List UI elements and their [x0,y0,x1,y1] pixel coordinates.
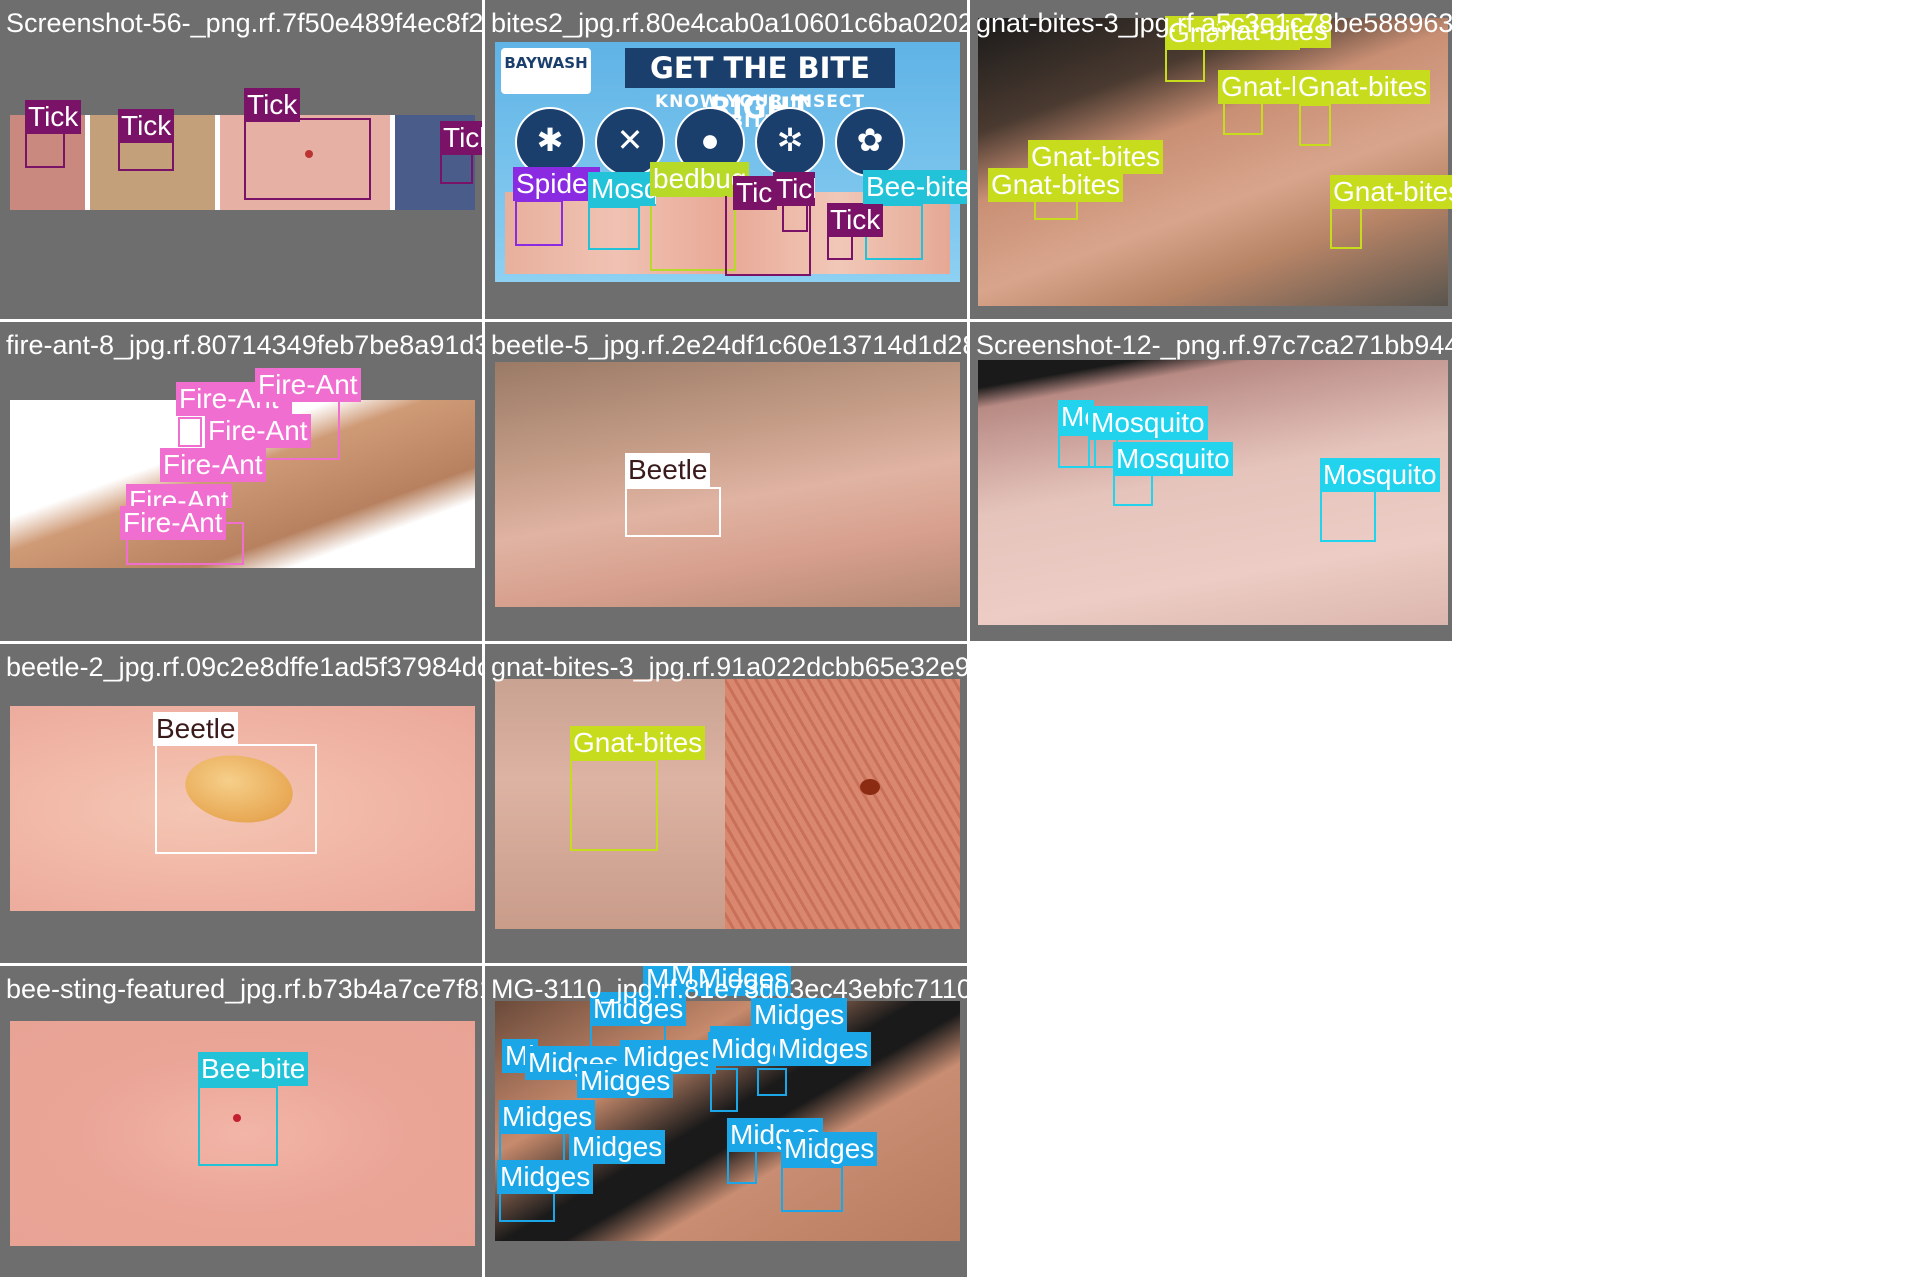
label-bee-bite: Bee-bite [198,1052,309,1086]
bbox-tick [118,141,174,171]
label-midges: Midges [781,1132,878,1166]
label-gnat-bites: Gnat-bites [570,726,706,760]
bbox-gnat-bites [570,759,658,851]
label-mosquito: Mosquito [1320,458,1440,492]
tile-gnat-bites-collage: gnat-bites-3_jpg.rf.91a022dcbb65e32e9499… [485,644,970,966]
tile-filename: bee-sting-featured_jpg.rf.b73b4a7ce7f810 [6,974,485,1004]
label-mosquito: Mosquito [588,172,656,206]
label-beetle: Beetle [153,712,239,746]
bbox-midges [499,1192,555,1222]
tile-mosquito-screenshot: Screenshot-12-_png.rf.97c7ca271bb944dcdb… [970,322,1455,644]
label-fire-ant: Fire-Ant [160,448,266,482]
bee-icon: ✿ [835,107,905,177]
photo-beetle-neck [495,362,960,607]
label-tick: Tick [118,109,175,143]
label-fire-ant: Fire-Ant [205,414,311,448]
tile-filename: gnat-bites-3_jpg.rf.91a022dcbb65e32e9499… [491,652,970,682]
bbox-midges [710,1068,738,1112]
bbox-midges [499,1132,565,1162]
bbox-beetle [625,487,721,537]
label-tick: Tick [25,100,82,134]
bbox-beetle [155,744,317,854]
label-midges: Midges [499,1100,596,1134]
tile-filename: beetle-5_jpg.rf.2e24df1c60e13714d1d285b6… [491,330,967,360]
bbox-fire-ant [178,417,202,447]
photo-gnat-closeup [725,679,960,929]
label-midges: Midges [775,1032,872,1066]
label-tick: Tick [440,121,482,155]
photo-gnat-insect [860,779,880,795]
tile-ticks-screenshot: Screenshot-56-_png.rf.7f50e489f4ec8f2543… [0,0,485,322]
label-beetle: Beetle [625,453,711,487]
tile-gnat-bites-leg: gnat-bites-3_jpg.rf.a5c3e1c78be588963e95… [970,0,1455,322]
tick-icon: ✲ [755,107,825,177]
label-fire-ant: Fire-Ant [126,484,232,508]
tile-filename: bites2_jpg.rf.80e4cab0a10601c6ba02022922… [491,8,967,38]
bbox-midges [781,1166,843,1212]
tile-filename: fire-ant-8_jpg.rf.80714349feb7be8a91d305 [6,330,485,360]
label-midges: Midges [569,1130,666,1164]
bbox-midges [727,1150,757,1184]
label-mosquito: Mosquito [1088,406,1208,440]
label-midges: Midges [497,1160,594,1194]
label-tick: Tick [733,176,777,210]
label-mosquito: Mosquito [1113,442,1233,476]
tile-filename: Screenshot-56-_png.rf.7f50e489f4ec8f2543 [6,8,485,38]
tile-filename: MG-3110_jpg.rf.81e73d03ec43ebfc7110a9db3… [491,974,967,1004]
brand-logo: BAYWASH [501,48,591,94]
label-spider: Spider [513,167,600,201]
tile-midges: MG-3110_jpg.rf.81e73d03ec43ebfc7110a9db3… [485,966,970,1280]
bbox-spider [515,200,563,246]
tile-beetle-neck: beetle-5_jpg.rf.2e24df1c60e13714d1d285b6… [485,322,970,644]
bbox-mosquito [1113,472,1153,506]
label-gnat-bites: Gnat-bites [1295,70,1431,104]
tile-beetle-blister: beetle-2_jpg.rf.09c2e8dffe1ad5f37984dc73… [0,644,485,966]
label-gnat-bites: Gnat-bites [988,168,1124,202]
bbox-bee-bite [198,1086,278,1166]
label-tick: Tick [827,203,884,237]
label-tick: Tick [244,88,301,122]
bbox-gnat-bites [1165,48,1205,82]
label-tick: Tick [773,172,815,206]
tile-filename: beetle-2_jpg.rf.09c2e8dffe1ad5f37984dc73 [6,652,485,682]
bbox-gnat-bites [1330,205,1362,249]
bbox-gnat-bites [1299,104,1331,146]
tile-bites-infographic: BAYWASH GET THE BITE RIGHT KNOW YOUR INS… [485,0,970,322]
label-bee-bite: Bee-bite [863,170,967,204]
bbox-mosquito [588,206,640,250]
label-fire-ant: Fire-Ant [120,506,226,540]
bbox-bedbug [650,195,736,271]
bbox-midges [757,1068,787,1096]
banner-title: GET THE BITE RIGHT [625,48,895,125]
label-gnat-bites: Gnat-bites [1218,70,1296,104]
tile-filename: Screenshot-12-_png.rf.97c7ca271bb944dcdb [976,330,1452,360]
bbox-tick [244,118,371,200]
tile-fire-ant: fire-ant-8_jpg.rf.80714349feb7be8a91d305… [0,322,485,644]
label-midges: Midges [620,1040,717,1074]
label-gnat-bites: Gnat-bites [1330,175,1452,209]
tile-bee-sting: bee-sting-featured_jpg.rf.b73b4a7ce7f810… [0,966,485,1280]
tile-filename: gnat-bites-3_jpg.rf.a5c3e1c78be588963e95… [976,8,1454,38]
label-fire-ant: Fire-Ant [255,368,361,402]
photo-mosquito-skin [978,360,1448,625]
detection-grid: Screenshot-56-_png.rf.7f50e489f4ec8f2543… [0,0,1920,1280]
bbox-mosquito [1320,490,1376,542]
